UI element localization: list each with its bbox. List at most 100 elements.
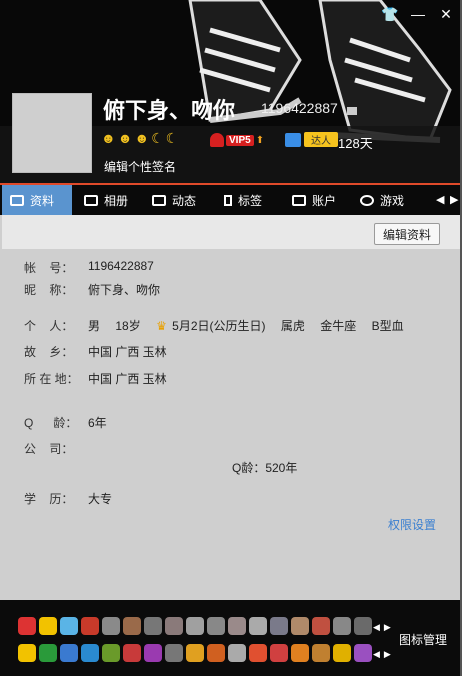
zodiac: 属虎 — [280, 319, 305, 333]
account-row: 帐 号： 1196422887 — [24, 259, 154, 275]
constellation: 金牛座 — [320, 319, 357, 333]
hometown-row: 故 乡： 中国 广西 玉林 — [24, 345, 167, 359]
list-icon — [152, 194, 166, 206]
close-button[interactable]: ✕ — [436, 4, 456, 24]
profile-card-icon — [10, 194, 24, 206]
vip-level: VIP5 — [226, 134, 254, 146]
sun-icon: ☻ — [101, 130, 116, 146]
edit-profile-button[interactable]: 编辑资料 — [373, 223, 440, 245]
sun-icon: ☻ — [134, 130, 150, 146]
tab-games[interactable]: 游戏 — [352, 185, 412, 215]
tab-account[interactable]: 账户 — [284, 185, 344, 215]
age: 18岁 — [115, 319, 141, 333]
game-badge-icon[interactable] — [186, 644, 204, 662]
game-badge-icon[interactable] — [333, 617, 351, 635]
tab-bar: 资料 相册 动态 标签 账户 游戏 ◀ ▶ — [0, 183, 462, 215]
game-badge-icon[interactable] — [165, 644, 183, 662]
icon-manager-button[interactable]: 图标管理 — [399, 631, 447, 648]
game-badge-icon[interactable] — [291, 617, 309, 635]
tab-next-arrow[interactable]: ▶ — [450, 193, 458, 206]
vip-hat-icon — [210, 133, 224, 147]
game-badge-icon[interactable] — [123, 617, 141, 635]
daren-days: 128天 — [338, 136, 373, 151]
badge-icon-bar: ◀ ▶ ◀ ▶ 图标管理 — [0, 600, 462, 676]
arrow-left-icon[interactable]: ◀ — [373, 622, 380, 633]
shirt-icon: 👕 — [381, 5, 399, 22]
game-badge-icon[interactable] — [291, 644, 309, 662]
profile-qq-number: 1196422887 — [261, 100, 338, 116]
game-badge-icon[interactable] — [102, 644, 120, 662]
details-toolbar: 编辑资料 — [2, 215, 460, 249]
level-icons: ☻ ☻ ☻ ☾ ☾ — [101, 130, 178, 147]
game-badge-icon[interactable] — [123, 644, 141, 662]
heart-icon[interactable] — [81, 617, 99, 635]
vip-badge[interactable]: VIP5 ⬆ — [210, 133, 264, 147]
game-badge-icon[interactable] — [228, 617, 246, 635]
game-badge-icon[interactable] — [312, 617, 330, 635]
qage-row: Q 龄： 6年 — [24, 416, 107, 430]
birthday: 5月2日(公历生日) — [172, 319, 266, 333]
daren-badge[interactable]: 达人 — [285, 132, 338, 147]
arrow-right-icon[interactable]: ▶ — [384, 649, 391, 660]
qq-show-icon[interactable] — [39, 617, 57, 635]
game-badge-icon[interactable] — [60, 644, 78, 662]
bookmark-icon — [224, 194, 232, 206]
game-badge-icon[interactable] — [354, 644, 372, 662]
gender: 男 — [88, 319, 101, 333]
moon-icon: ☾ — [165, 130, 179, 146]
profile-nickname: 俯下身、吻你 — [103, 99, 236, 124]
qq-penguin-icon[interactable] — [18, 617, 36, 635]
personal-row: 个 人： 男 18岁 ♛ 5月2日(公历生日) 属虎 金牛座 B型血 — [24, 319, 404, 333]
game-badge-icon[interactable] — [333, 644, 351, 662]
tab-feed[interactable]: 动态 — [144, 185, 204, 215]
game-badge-icon[interactable] — [354, 617, 372, 635]
blood-type: B型血 — [371, 319, 404, 333]
avatar[interactable] — [12, 93, 92, 173]
game-badge-icon[interactable] — [144, 617, 162, 635]
game-badge-icon[interactable] — [270, 644, 288, 662]
profile-header: 👕 — ✕ 俯下身、吻你 1196422887 ☻ ☻ ☻ ☾ ☾ VIP5 ⬆… — [0, 0, 462, 183]
arrow-right-icon[interactable]: ▶ — [384, 622, 391, 633]
game-badge-icon[interactable] — [81, 644, 99, 662]
daren-icon — [285, 132, 301, 147]
badge-row-1-arrows: ◀ ▶ — [373, 622, 391, 633]
badge-row-2-arrows: ◀ ▶ — [373, 649, 391, 660]
diamond-icon[interactable] — [60, 617, 78, 635]
nickname-row: 昵 称： 俯下身、吻你 — [24, 283, 161, 297]
game-badge-icon[interactable] — [270, 617, 288, 635]
minimize-button[interactable]: — — [408, 4, 428, 24]
game-badge-icon[interactable] — [39, 644, 57, 662]
mail-icon[interactable] — [228, 644, 246, 662]
skin-button[interactable]: 👕 — [380, 4, 400, 24]
qage-summary: Q龄：520年 — [232, 461, 298, 475]
game-badge-icon[interactable] — [207, 617, 225, 635]
game-badge-icon[interactable] — [102, 617, 120, 635]
game-badge-icon[interactable] — [165, 617, 183, 635]
game-badge-icon[interactable] — [249, 644, 267, 662]
daren-label: 达人 — [304, 132, 338, 147]
tab-prev-arrow[interactable]: ◀ — [436, 193, 444, 206]
photo-icon — [84, 194, 98, 206]
moon-icon: ☾ — [151, 130, 164, 146]
arrow-up-icon: ⬆ — [255, 134, 265, 146]
arrow-left-icon[interactable]: ◀ — [373, 649, 380, 660]
briefcase-icon — [292, 194, 306, 206]
location-row: 所 在 地： 中国 广西 玉林 — [24, 372, 167, 386]
game-badge-icon[interactable] — [207, 644, 225, 662]
star-icon[interactable] — [18, 644, 36, 662]
tab-tags[interactable]: 标签 — [216, 185, 270, 215]
game-badge-icon[interactable] — [186, 617, 204, 635]
permission-settings-link[interactable]: 权限设置 — [388, 516, 436, 533]
game-badge-icon[interactable] — [312, 644, 330, 662]
edit-icon[interactable] — [347, 107, 357, 115]
signature-edit[interactable]: 编辑个性签名 — [104, 158, 176, 175]
badge-row-2 — [18, 644, 372, 662]
tab-album[interactable]: 相册 — [76, 185, 136, 215]
tab-profile[interactable]: 资料 — [2, 185, 72, 215]
profile-details: 编辑资料 帐 号： 1196422887 昵 称： 俯下身、吻你 个 人： 男 … — [2, 215, 460, 600]
game-badge-icon[interactable] — [144, 644, 162, 662]
game-badge-icon[interactable] — [249, 617, 267, 635]
game-icon — [360, 194, 374, 206]
badge-row-1 — [18, 617, 372, 635]
sun-icon: ☻ — [117, 130, 133, 146]
